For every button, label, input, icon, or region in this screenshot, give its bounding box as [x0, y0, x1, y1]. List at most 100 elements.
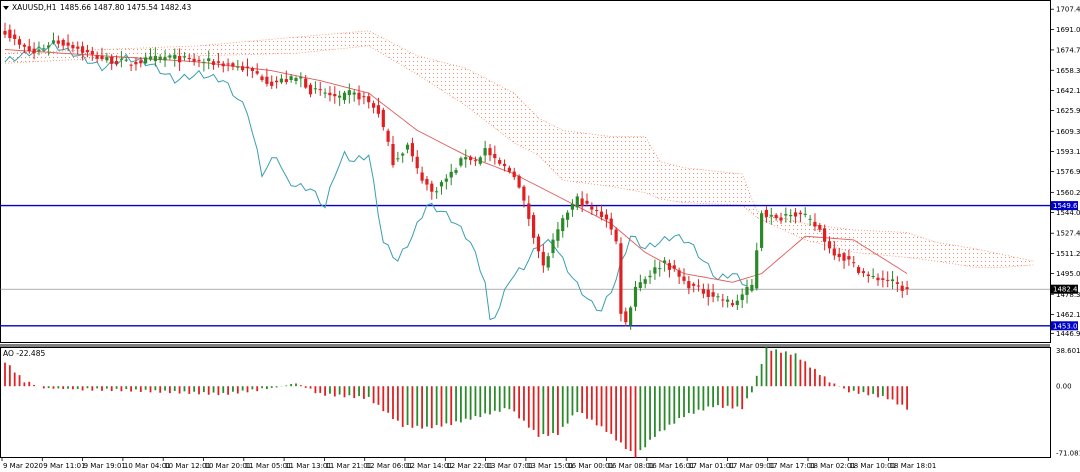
candle-body [294, 78, 298, 81]
candle-body [483, 148, 487, 156]
candle-body [546, 256, 550, 268]
candle-body [110, 57, 114, 64]
candle-body [284, 79, 288, 82]
candle-body [148, 56, 153, 60]
candle-body [735, 300, 739, 305]
candle-body [338, 95, 342, 98]
candle-body [852, 262, 856, 264]
symbol-label: XAUUSD,H1 [12, 3, 57, 12]
candle-body [561, 218, 565, 232]
candle-body [3, 30, 7, 35]
candle-body [289, 76, 293, 80]
candle-body [245, 66, 250, 69]
candle-body [512, 171, 516, 178]
candle-body [764, 210, 768, 217]
candle-body [541, 252, 545, 266]
candle-body [818, 225, 822, 230]
candle-body [255, 71, 259, 74]
candle-body [27, 46, 31, 51]
price-tick-label: 1642.15 [1056, 87, 1080, 95]
time-tick-label: 9 Mar 2020 [3, 462, 43, 470]
candle-body [633, 286, 638, 307]
price-tick-label: 1674.70 [1056, 46, 1080, 54]
candle-body [769, 215, 773, 217]
candle-body [701, 289, 705, 294]
candle-body [76, 46, 80, 49]
candle-body [658, 268, 662, 270]
candle-body [585, 200, 589, 204]
candle-body [648, 275, 652, 278]
candle-body [8, 29, 12, 38]
ao-panel [0, 347, 1051, 458]
candle-body [459, 158, 463, 166]
candle-body [17, 39, 22, 45]
candle-body [32, 48, 36, 54]
candle-body [609, 218, 613, 230]
candle-body [740, 294, 744, 300]
candle-body [37, 49, 41, 52]
candle-body [439, 182, 444, 187]
candle-body [362, 96, 366, 98]
candle-body [813, 221, 817, 227]
time-tick-label: 18 Mar 18:01 [890, 462, 937, 470]
candle-body [672, 265, 676, 269]
candle-body [789, 215, 793, 217]
candle-body [168, 55, 172, 58]
candle-body [837, 253, 841, 257]
price-tick-label: 1527.40 [1056, 230, 1080, 238]
candle-body [595, 210, 599, 211]
candle-body [886, 279, 890, 281]
candle-body [861, 271, 865, 274]
candle-body [197, 59, 201, 61]
candle-body [420, 172, 424, 181]
candle-body [95, 55, 99, 59]
candle-body [51, 40, 56, 43]
candle-body [522, 186, 526, 201]
candle-body [430, 183, 434, 192]
candle-body [532, 215, 536, 238]
candle-body [895, 282, 899, 284]
price-axis: 1707.40 1691.05 1674.70 1658.35 1642.15 1625.… [1050, 6, 1080, 338]
candle-body [275, 80, 279, 83]
candle-body [498, 160, 502, 164]
candle-body [847, 256, 851, 260]
candle-body [493, 154, 497, 159]
candle-body [444, 178, 448, 182]
candle-body [866, 274, 870, 277]
candle-body [638, 282, 642, 288]
candle-body [357, 92, 361, 100]
candle-body [905, 287, 909, 290]
candle-body [566, 212, 570, 220]
candle-body [629, 307, 633, 326]
candle-body [231, 63, 235, 67]
candle-body [502, 163, 507, 166]
xauusd-chart[interactable]: 1707.40 1691.05 1674.70 1658.35 1642.15 1625.… [0, 0, 1080, 472]
candle-body [119, 58, 123, 60]
price-tick-label: 1446.95 [1056, 330, 1080, 338]
price-tick-label: 1576.90 [1056, 168, 1080, 176]
price-tick-label: 1560.25 [1056, 189, 1080, 197]
candle-body [376, 105, 380, 114]
candle-body [823, 228, 827, 242]
candle-body [517, 175, 521, 188]
candle-body [250, 68, 254, 71]
candle-body [401, 153, 405, 156]
candle-body [139, 60, 143, 64]
candle-body [750, 284, 754, 291]
candle-body [187, 57, 191, 59]
candle-body [793, 212, 798, 217]
candle-body [643, 279, 647, 284]
candle-body [784, 214, 788, 216]
candle-body [270, 81, 274, 86]
candle-body [405, 144, 410, 150]
candle-body [342, 92, 347, 101]
candle-body [216, 61, 220, 63]
candle-body [279, 78, 283, 83]
candle-body [599, 211, 604, 217]
candle-body [347, 90, 351, 96]
candle-body [90, 51, 94, 55]
candle-body [454, 170, 458, 173]
ao-label: AO -22.485 [3, 349, 45, 358]
candle-body [13, 34, 17, 39]
ao-axis: 38.601 0.00 -71.081 [1056, 347, 1080, 458]
